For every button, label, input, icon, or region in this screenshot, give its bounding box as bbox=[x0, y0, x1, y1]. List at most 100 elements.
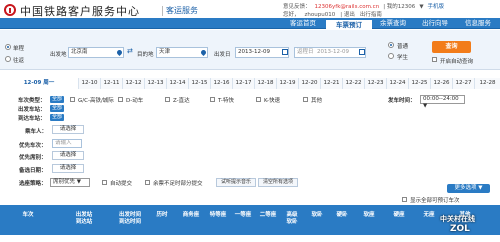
strategy-value: 席别优先 bbox=[53, 179, 76, 185]
nav-tab-home[interactable]: 客运首页 bbox=[280, 18, 326, 29]
auto-submit-checkbox[interactable] bbox=[102, 180, 107, 185]
date-tab-17[interactable]: 12-25 bbox=[408, 78, 430, 89]
nav-tab-travel-guide[interactable]: 出行向导 bbox=[414, 18, 456, 29]
clear-options-button[interactable]: 清空所有选项 bbox=[258, 178, 298, 187]
date-tab-15[interactable]: 12-23 bbox=[364, 78, 386, 89]
date-tab-4[interactable]: 12-12 bbox=[122, 78, 144, 89]
to-station-all-button[interactable]: 全部 bbox=[50, 114, 65, 121]
column-header-4: 历时 bbox=[156, 212, 168, 218]
to-label: 目的地 bbox=[137, 52, 154, 58]
swap-icon[interactable]: ⇄ bbox=[127, 47, 133, 55]
my-12306-link[interactable]: | 我的12306 bbox=[383, 4, 415, 10]
priority-train-input[interactable]: 请输入 bbox=[52, 139, 82, 148]
strategy-select[interactable]: 席别优先 ▼ bbox=[50, 178, 90, 187]
watermark-logo: ZOL bbox=[450, 224, 470, 234]
priority-seat-choose-button[interactable]: 请选择 bbox=[52, 151, 84, 160]
return-date-label: 返程日 bbox=[297, 49, 314, 55]
depart-time-select[interactable]: 00:00--24:00 ▼ bbox=[420, 95, 465, 109]
date-tab-3[interactable]: 12-11 bbox=[100, 78, 122, 89]
nav-tab-info-service[interactable]: 信息服务 bbox=[456, 18, 500, 29]
filter-d-checkbox[interactable] bbox=[118, 97, 123, 102]
student-radio[interactable] bbox=[388, 53, 394, 59]
column-header-12: 软座 bbox=[363, 212, 375, 218]
column-header-7: 一等座 bbox=[234, 212, 252, 218]
nav-tab-ticket-query[interactable]: 余票查询 bbox=[372, 18, 414, 29]
date-tab-8[interactable]: 12-16 bbox=[210, 78, 232, 89]
depart-time-label: 发车时间： bbox=[388, 98, 416, 104]
auto-query-checkbox[interactable] bbox=[432, 57, 437, 62]
auto-query-label: 开启自动查询 bbox=[440, 59, 474, 65]
return-date-input[interactable]: 返程日 2013-12-09 bbox=[294, 47, 366, 58]
column-header-6: 特等座 bbox=[209, 212, 227, 218]
nav-tab-booking[interactable]: 车票预订 bbox=[326, 18, 372, 29]
date-tab-1[interactable]: 12-09 周一 bbox=[0, 78, 78, 89]
round-trip-label: 往返 bbox=[13, 58, 25, 64]
date-tab-20[interactable]: 12-28 bbox=[474, 78, 500, 89]
partial-submit-label: 余票不足时部分提交 bbox=[153, 181, 203, 187]
column-header-11: 硬卧 bbox=[336, 212, 348, 218]
railway-logo-icon bbox=[4, 4, 16, 16]
brand-divider bbox=[162, 6, 163, 16]
filter-k-label: K-快速 bbox=[264, 98, 281, 104]
date-tab-14[interactable]: 12-22 bbox=[342, 78, 364, 89]
filter-gc-label: G/C-高铁/城际 bbox=[78, 98, 114, 104]
date-tab-13[interactable]: 12-21 bbox=[320, 78, 342, 89]
filter-d-label: D-动车 bbox=[126, 98, 144, 104]
partial-submit-checkbox[interactable] bbox=[145, 180, 150, 185]
show-all-label: 显示全部可预订车次 bbox=[410, 198, 460, 204]
date-tab-12[interactable]: 12-20 bbox=[298, 78, 320, 89]
priority-train-label: 优先车次： bbox=[19, 143, 47, 149]
to-station-filter-label: 到达车站： bbox=[18, 116, 46, 122]
one-way-radio[interactable] bbox=[5, 44, 11, 50]
calendar-icon[interactable] bbox=[359, 49, 365, 55]
column-header-1: 车次 bbox=[22, 212, 34, 218]
alt-date-label: 备选日期： bbox=[19, 168, 47, 174]
normal-passenger-radio[interactable] bbox=[388, 42, 394, 48]
more-options-label: 更多选项 bbox=[454, 185, 477, 191]
filter-k-checkbox[interactable] bbox=[256, 97, 261, 102]
query-button[interactable]: 查询 bbox=[432, 41, 471, 53]
brand-title: 中国铁路客户服务中心 bbox=[20, 5, 140, 18]
filter-t-checkbox[interactable] bbox=[210, 97, 215, 102]
filter-gc-checkbox[interactable] bbox=[70, 97, 75, 102]
one-way-label: 单程 bbox=[13, 46, 25, 52]
strategy-label: 选座策略： bbox=[19, 181, 47, 187]
date-tab-16[interactable]: 12-24 bbox=[386, 78, 408, 89]
passenger-choose-button[interactable]: 请选择 bbox=[52, 125, 84, 134]
from-station-all-button[interactable]: 全部 bbox=[50, 105, 65, 112]
column-header-5: 商务座 bbox=[182, 212, 200, 218]
depart-date-input[interactable]: 2013-12-09 bbox=[235, 47, 289, 58]
depart-date-label: 出发日 bbox=[214, 52, 231, 58]
column-header-8: 二等座 bbox=[259, 212, 277, 218]
alt-date-choose-button[interactable]: 请选择 bbox=[52, 164, 84, 173]
train-type-all-button[interactable]: 全部 bbox=[50, 96, 65, 103]
date-tab-6[interactable]: 12-14 bbox=[166, 78, 188, 89]
date-tab-9[interactable]: 12-17 bbox=[232, 78, 254, 89]
date-tab-5[interactable]: 12-13 bbox=[144, 78, 166, 89]
auto-submit-label: 自动提交 bbox=[110, 181, 133, 187]
chevron-down-icon[interactable]: ▼ bbox=[419, 4, 423, 10]
date-tab-10[interactable]: 12-18 bbox=[254, 78, 276, 89]
filter-z-label: Z-直达 bbox=[173, 98, 190, 104]
watermark-text: 中关村在线 bbox=[440, 215, 475, 223]
calendar-icon[interactable] bbox=[282, 49, 288, 55]
round-trip-radio[interactable] bbox=[5, 56, 11, 62]
filter-z-checkbox[interactable] bbox=[165, 97, 170, 102]
date-tab-18[interactable]: 12-26 bbox=[430, 78, 452, 89]
date-tab-7[interactable]: 12-15 bbox=[188, 78, 210, 89]
mobile-link[interactable]: 手机版 bbox=[428, 4, 445, 10]
column-header-3[interactable]: 出发时间 到达时间 bbox=[113, 212, 147, 226]
date-tab-19[interactable]: 12-27 bbox=[452, 78, 474, 89]
column-header-14: 无座 bbox=[423, 212, 435, 218]
normal-passenger-label: 普通 bbox=[397, 44, 409, 50]
train-type-label: 车次类型： bbox=[18, 98, 46, 104]
more-options-button[interactable]: 更多选项 ▼ bbox=[447, 184, 490, 193]
date-tab-11[interactable]: 12-19 bbox=[276, 78, 298, 89]
show-all-checkbox[interactable] bbox=[402, 197, 407, 202]
filter-other-checkbox[interactable] bbox=[303, 97, 308, 102]
date-tab-2[interactable]: 12-10 bbox=[78, 78, 100, 89]
priority-seat-label: 优先席别： bbox=[19, 155, 47, 161]
column-header-10: 软卧 bbox=[311, 212, 323, 218]
test-tip-button[interactable]: 试听提示音乐 bbox=[216, 178, 256, 187]
return-date-value: 2013-12-09 bbox=[317, 49, 349, 55]
